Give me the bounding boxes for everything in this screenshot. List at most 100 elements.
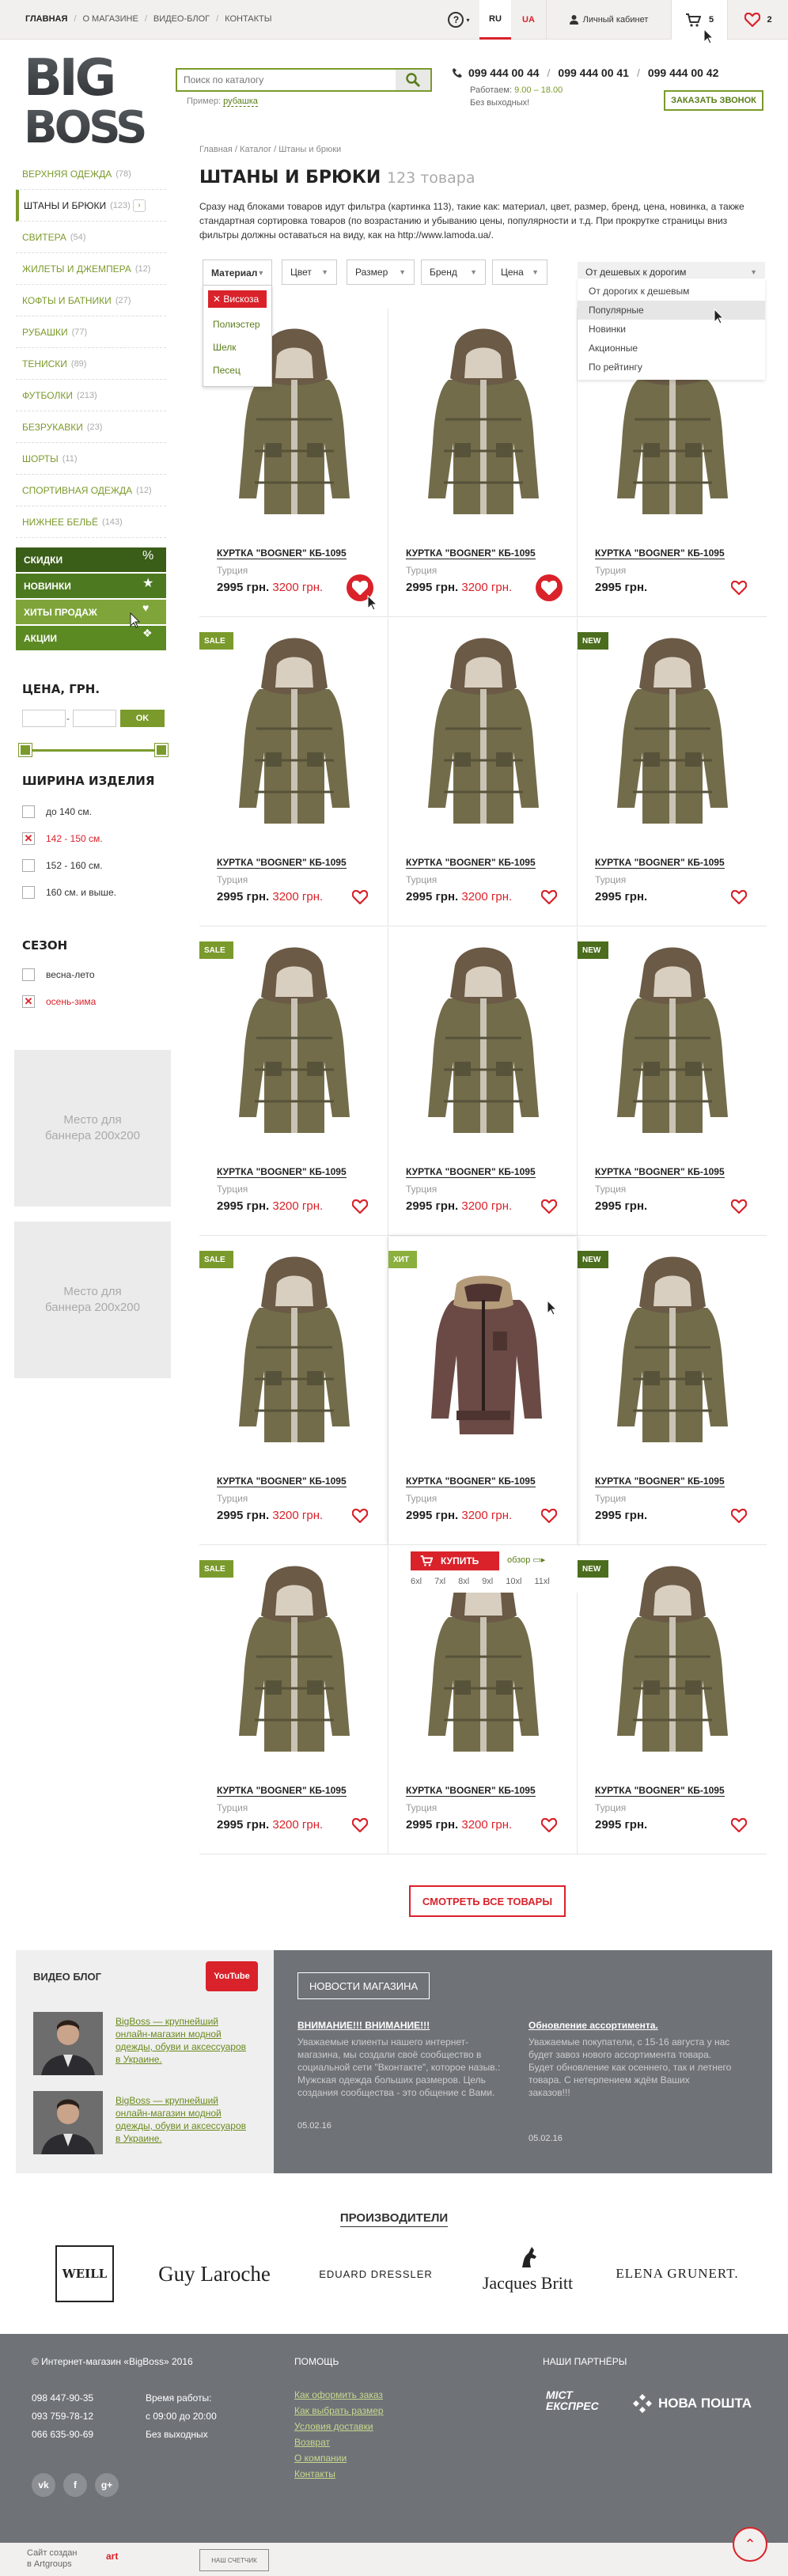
counter-widget[interactable]: НАШ СЧЕТЧИК [199, 2549, 269, 2571]
category-item[interactable]: СВИТЕРА (54) [16, 222, 166, 253]
product-name[interactable]: КУРТКА "BOGNER" КБ-1095 [217, 857, 347, 869]
category-item[interactable]: КОФТЫ И БАТНИКИ (27) [16, 285, 166, 316]
banner-placeholder-2[interactable]: Место для баннера 200x200 [14, 1222, 171, 1378]
video-link[interactable]: BigBoss — крупнейший онлайн-магазин модн… [116, 2015, 250, 2066]
size-option[interactable]: 6xl [411, 1577, 422, 1586]
filter-size[interactable]: Размер ▼ [347, 259, 415, 285]
video-thumbnail[interactable] [33, 2091, 103, 2154]
size-option[interactable]: 11xl [534, 1577, 549, 1586]
product-image-wrap[interactable] [228, 1562, 361, 1760]
video-link[interactable]: BigBoss — крупнейший онлайн-магазин модн… [116, 2094, 250, 2145]
product-image-wrap[interactable] [606, 943, 739, 1141]
scroll-up-button[interactable]: ⌃ [733, 2527, 767, 2562]
vk-icon[interactable]: vk [32, 2473, 55, 2497]
category-item[interactable]: ФУТБОЛКИ (213) [16, 380, 166, 411]
sort-option-popular[interactable]: Популярные [578, 301, 765, 320]
product-name[interactable]: КУРТКА "BOGNER" КБ-1095 [595, 857, 725, 869]
category-item[interactable]: ВЕРХНЯЯ ОДЕЖДА (78) [16, 158, 166, 190]
sort-option-rating[interactable]: По рейтингу [578, 358, 765, 377]
search-input[interactable] [177, 70, 396, 90]
product-name[interactable]: КУРТКА "BOGNER" КБ-1095 [595, 1476, 725, 1487]
artgroups-logo[interactable]: art [106, 2551, 118, 2562]
product-card[interactable]: NEW КУРТКА "BOGNER" КБ-1095 Турция 2995 грн… [578, 618, 767, 926]
favorite-button[interactable] [729, 578, 749, 598]
video-thumbnail[interactable] [33, 2012, 103, 2075]
material-option-viscose[interactable]: ✕ Вискоза [208, 290, 267, 308]
product-image-wrap[interactable] [417, 1252, 550, 1450]
favorite-button[interactable] [729, 887, 749, 907]
nav-about[interactable]: О МАГАЗИНЕ [82, 14, 138, 24]
category-item[interactable]: ШОРТЫ (11) [16, 443, 166, 475]
product-image-wrap[interactable] [606, 1252, 739, 1450]
phone-3[interactable]: 099 444 00 42 [648, 66, 719, 79]
product-name[interactable]: КУРТКА "BOGNER" КБ-1095 [217, 547, 347, 559]
product-card[interactable]: КУРТКА "BOGNER" КБ-1095 Турция 2995 грн. 3… [388, 618, 578, 926]
buy-button[interactable]: КУПИТЬ [411, 1551, 499, 1570]
product-name[interactable]: КУРТКА "BOGNER" КБ-1095 [217, 1785, 347, 1797]
product-image-wrap[interactable] [417, 324, 550, 522]
sort-option-new[interactable]: Новинки [578, 320, 765, 339]
brand-guy-laroche[interactable]: Guy Laroche [147, 2244, 282, 2304]
product-card[interactable]: SALE КУРТКА "BOGNER" КБ-1095 Турция 2995 гр… [199, 927, 388, 1236]
favorite-button[interactable] [536, 574, 563, 601]
favorite-button[interactable] [729, 1815, 749, 1835]
facebook-icon[interactable]: f [63, 2473, 87, 2497]
checkbox[interactable] [22, 968, 35, 981]
cart-button[interactable]: 5 [671, 0, 728, 40]
review-link[interactable]: обзор ▭▸ [507, 1555, 545, 1565]
checkbox[interactable] [22, 886, 35, 899]
size-option[interactable]: 8xl [458, 1577, 469, 1586]
product-image-wrap[interactable] [228, 943, 361, 1141]
product-image-wrap[interactable] [228, 634, 361, 832]
price-from-input[interactable]: - [22, 710, 70, 727]
category-item[interactable]: НИЖНЕЕ БЕЛЬЁ (143) [16, 506, 166, 538]
product-name[interactable]: КУРТКА "BOGNER" КБ-1095 [595, 1166, 725, 1178]
product-image-wrap[interactable] [228, 1252, 361, 1450]
width-option[interactable]: до 140 см. [22, 805, 92, 818]
filter-brand[interactable]: Бренд ▼ [421, 259, 486, 285]
material-option-silk[interactable]: Шелк [208, 335, 267, 358]
partner-mist-express[interactable]: МІСТ ЕКСПРЕС [546, 2389, 617, 2411]
news-title[interactable]: Обновление ассортимента. [528, 2020, 733, 2031]
nav-contacts[interactable]: КОНТАКТЫ [225, 14, 271, 24]
product-card[interactable]: NEW КУРТКА "BOGNER" КБ-1095 Турция 2995 грн… [578, 1546, 767, 1854]
category-item[interactable]: СПОРТИВНАЯ ОДЕЖДА (12) [16, 475, 166, 506]
product-card[interactable]: SALE КУРТКА "BOGNER" КБ-1095 Турция 2995 гр… [199, 1546, 388, 1854]
favorite-button[interactable] [350, 1196, 370, 1217]
brand-weill[interactable]: WEILL [55, 2245, 114, 2302]
breadcrumb[interactable]: Главная / Каталог / Штаны и брюки [199, 145, 341, 154]
product-name[interactable]: КУРТКА "BOGNER" КБ-1095 [217, 1166, 347, 1178]
help-link[interactable]: Контакты [294, 2468, 384, 2479]
favorite-button[interactable] [729, 1506, 749, 1526]
category-item[interactable]: БЕЗРУКАВКИ (23) [16, 411, 166, 443]
product-image-wrap[interactable] [417, 634, 550, 832]
product-card[interactable]: ХИТ КУРТКА "BOGNER" КБ-1095 Турция 2995 грн… [388, 1237, 578, 1593]
help-link[interactable]: Как выбрать размер [294, 2405, 384, 2416]
product-card[interactable]: NEW КУРТКА "BOGNER" КБ-1095 Турция 2995 грн… [578, 927, 767, 1236]
favorite-button[interactable] [350, 1506, 370, 1526]
favorites-button[interactable]: 2 [729, 0, 788, 40]
filter-color[interactable]: Цвет ▼ [282, 259, 337, 285]
help-link[interactable]: Как оформить заказ [294, 2389, 384, 2400]
checkbox[interactable]: ✕ [22, 832, 35, 845]
price-to-input[interactable] [73, 710, 116, 727]
slider-handle-min[interactable] [19, 744, 32, 756]
size-option[interactable]: 10xl [506, 1577, 521, 1586]
phone-2[interactable]: 099 444 00 41 [558, 66, 629, 79]
product-name[interactable]: КУРТКА "BOGNER" КБ-1095 [406, 1166, 536, 1178]
favorite-button[interactable] [539, 1196, 559, 1217]
season-option[interactable]: ✕ осень-зима [22, 995, 96, 1008]
phone-1[interactable]: 099 444 00 44 [468, 66, 540, 79]
width-option[interactable]: ✕ 142 - 150 см. [22, 832, 103, 845]
checkbox[interactable] [22, 805, 35, 818]
nav-video-blog[interactable]: ВИДЕО-БЛОГ [153, 14, 210, 24]
filter-material[interactable]: Материал ▼ [203, 259, 272, 285]
sort-option-promo[interactable]: Акционные [578, 339, 765, 358]
checkbox[interactable] [22, 859, 35, 872]
product-image-wrap[interactable] [417, 943, 550, 1141]
product-name[interactable]: КУРТКА "BOGNER" КБ-1095 [406, 547, 536, 559]
favorite-button[interactable] [539, 1815, 559, 1835]
filter-price[interactable]: Цена ▼ [492, 259, 547, 285]
youtube-logo[interactable]: YouTube [206, 1961, 258, 1991]
product-card[interactable]: SALE КУРТКА "BOGNER" КБ-1095 Турция 2995 гр… [199, 618, 388, 926]
